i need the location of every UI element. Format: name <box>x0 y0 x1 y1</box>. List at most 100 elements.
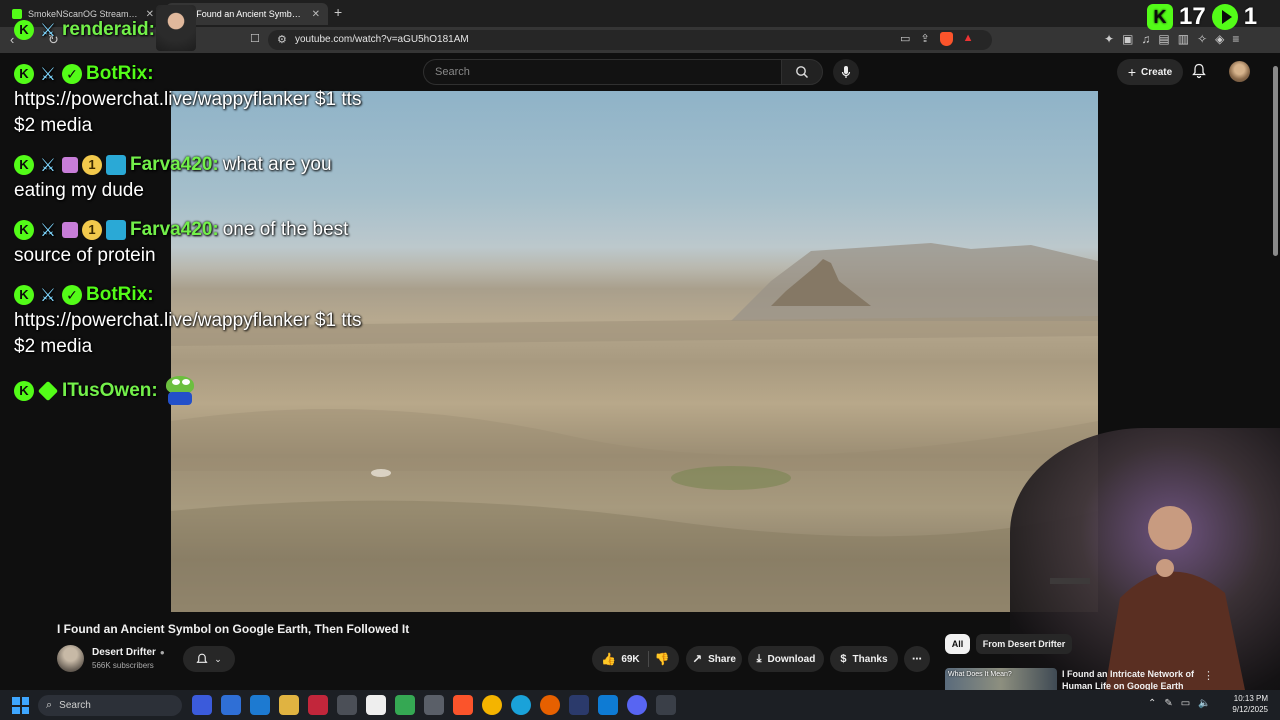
network-icon[interactable]: ▭ <box>1181 698 1190 709</box>
search-input[interactable]: Search <box>423 59 781 85</box>
chat-username: Farva420: <box>130 154 219 175</box>
site-info-icon[interactable]: ⚙ <box>277 33 287 46</box>
chat-text: $2 media <box>14 336 93 357</box>
brave-shield-icon[interactable] <box>939 32 953 46</box>
account-avatar[interactable] <box>1229 61 1250 82</box>
taskbar-search[interactable]: ⌕ Search <box>38 695 182 716</box>
vpn-icon[interactable]: ◈ <box>1215 32 1224 46</box>
address-actions: ▭ ⇪ ▲ <box>900 32 974 46</box>
subscriber-count: 566K subscribers <box>92 661 154 670</box>
pen-icon[interactable]: ✎ <box>1164 698 1172 709</box>
more-vertical-icon[interactable]: ⋮ <box>1203 669 1214 682</box>
close-icon[interactable]: ✕ <box>312 9 320 20</box>
chat-username: BotRix: <box>86 284 154 305</box>
screenshot-icon[interactable]: ▣ <box>1122 32 1133 46</box>
voice-search-button[interactable] <box>833 59 859 85</box>
wallet-icon[interactable]: ▥ <box>1178 32 1189 46</box>
vscode-icon[interactable] <box>598 695 618 715</box>
url-field[interactable]: ⚙ youtube.com/watch?v=aGU5hO181AM <box>268 30 992 50</box>
search-icon <box>796 66 809 79</box>
notifications-bell-icon[interactable] <box>1192 63 1206 79</box>
leo-icon[interactable]: ✧ <box>1197 32 1207 46</box>
clock-date: 9/12/2025 <box>1232 705 1268 714</box>
url-text: youtube.com/watch?v=aGU5hO181AM <box>295 34 469 45</box>
sidebar-icon[interactable]: ▤ <box>1158 32 1169 46</box>
channel-avatar[interactable] <box>57 645 84 672</box>
chevron-up-icon[interactable]: ⌃ <box>1148 698 1156 709</box>
thanks-button[interactable]: $ Thanks <box>830 646 898 672</box>
app-icon[interactable] <box>221 695 241 715</box>
chat-text: one of the best <box>222 219 349 240</box>
new-tab-icon[interactable]: + <box>334 4 342 20</box>
scrollbar-thumb[interactable] <box>1273 66 1278 256</box>
kick-stream-stats: 17 1 <box>1147 3 1257 31</box>
play-logo-icon <box>1211 4 1238 30</box>
kick-badge-icon <box>14 381 34 401</box>
file-explorer-icon[interactable] <box>279 695 299 715</box>
brave-icon[interactable] <box>453 695 473 715</box>
menu-icon[interactable]: ≡ <box>1232 32 1239 46</box>
like-dislike-group: 👍 69K 👎 <box>592 646 679 672</box>
puzzle-icon[interactable]: ✦ <box>1104 32 1114 46</box>
subscription-bell-button[interactable]: ⌄ <box>183 646 235 672</box>
windows-start-icon[interactable] <box>12 697 29 714</box>
share-button[interactable]: ↗ Share <box>686 646 742 672</box>
thumbnail-caption: What Does It Mean? <box>948 671 1012 678</box>
page-scrollbar[interactable] <box>1271 56 1278 256</box>
bookmark-icon[interactable]: ☐ <box>250 32 260 45</box>
edge-icon[interactable] <box>511 695 531 715</box>
app-icon[interactable] <box>192 695 212 715</box>
dislike-button[interactable]: 👎 <box>655 652 670 666</box>
chrome-icon[interactable] <box>482 695 502 715</box>
chat-text: eating my dude <box>14 180 144 201</box>
chat-username: BotRix: <box>86 63 154 84</box>
share-icon[interactable]: ⇪ <box>920 32 929 46</box>
volume-icon[interactable]: 🔈 <box>1198 698 1210 709</box>
sword-badge-icon: ⚔ <box>39 285 57 305</box>
search-button[interactable] <box>781 59 823 85</box>
download-button[interactable]: ⤓ Download <box>748 646 824 672</box>
microphone-icon <box>841 66 851 78</box>
channel-name[interactable]: Desert Drifter <box>92 647 156 658</box>
gift-badge-icon <box>62 157 78 173</box>
one-month-badge-icon <box>82 155 102 175</box>
cast-icon[interactable]: ▭ <box>900 32 910 46</box>
pepe-emote-icon <box>162 376 196 406</box>
chat-text: https://powerchat.live/wappyflanker $1 t… <box>14 89 362 110</box>
kick-badge-icon <box>14 155 34 175</box>
app-icon[interactable] <box>569 695 589 715</box>
sword-badge-icon: ⚔ <box>39 220 57 240</box>
sword-badge-icon: ⚔ <box>39 155 57 175</box>
kick-badge-icon <box>14 285 34 305</box>
bell-icon <box>196 653 208 663</box>
app-icon[interactable] <box>366 695 386 715</box>
app-icon[interactable] <box>656 695 676 715</box>
like-count: 69K <box>621 653 640 665</box>
one-month-badge-icon <box>82 220 102 240</box>
app-icon[interactable] <box>424 695 444 715</box>
like-button[interactable]: 👍 69K <box>601 651 649 667</box>
taskbar-apps <box>192 695 676 715</box>
chip-from-channel[interactable]: From Desert Drifter <box>976 634 1072 654</box>
discord-icon[interactable] <box>627 695 647 715</box>
viewer-count: 17 <box>1179 3 1206 30</box>
app-icon[interactable] <box>337 695 357 715</box>
taskbar-clock[interactable]: 10:13 PM 9/12/2025 <box>1224 693 1268 715</box>
extension-icons: ✦ ▣ ♫ ▤ ▥ ✧ ◈ ≡ <box>1104 32 1239 46</box>
recommended-thumbnail[interactable]: What Does It Mean? <box>945 668 1057 690</box>
recommended-title[interactable]: I Found an Intricate Network of Human Li… <box>1062 668 1202 690</box>
music-icon[interactable]: ♫ <box>1141 32 1150 46</box>
chip-all[interactable]: All <box>945 634 970 654</box>
app-icon[interactable] <box>250 695 270 715</box>
chat-username: Farva420: <box>130 219 219 240</box>
sword-badge-icon: ⚔ <box>39 64 57 84</box>
create-button[interactable]: + Create <box>1117 59 1183 85</box>
channel-name-row[interactable]: Desert Drifter ● <box>92 647 165 658</box>
firefox-icon[interactable] <box>540 695 560 715</box>
app-icon[interactable] <box>395 695 415 715</box>
app-icon[interactable] <box>308 695 328 715</box>
system-tray: ⌃ ✎ ▭ 🔈 <box>1148 698 1211 709</box>
chat-username: renderaid: <box>62 19 155 40</box>
rewards-icon[interactable]: ▲ <box>963 32 974 46</box>
more-actions-button[interactable]: ⋯ <box>904 646 930 672</box>
